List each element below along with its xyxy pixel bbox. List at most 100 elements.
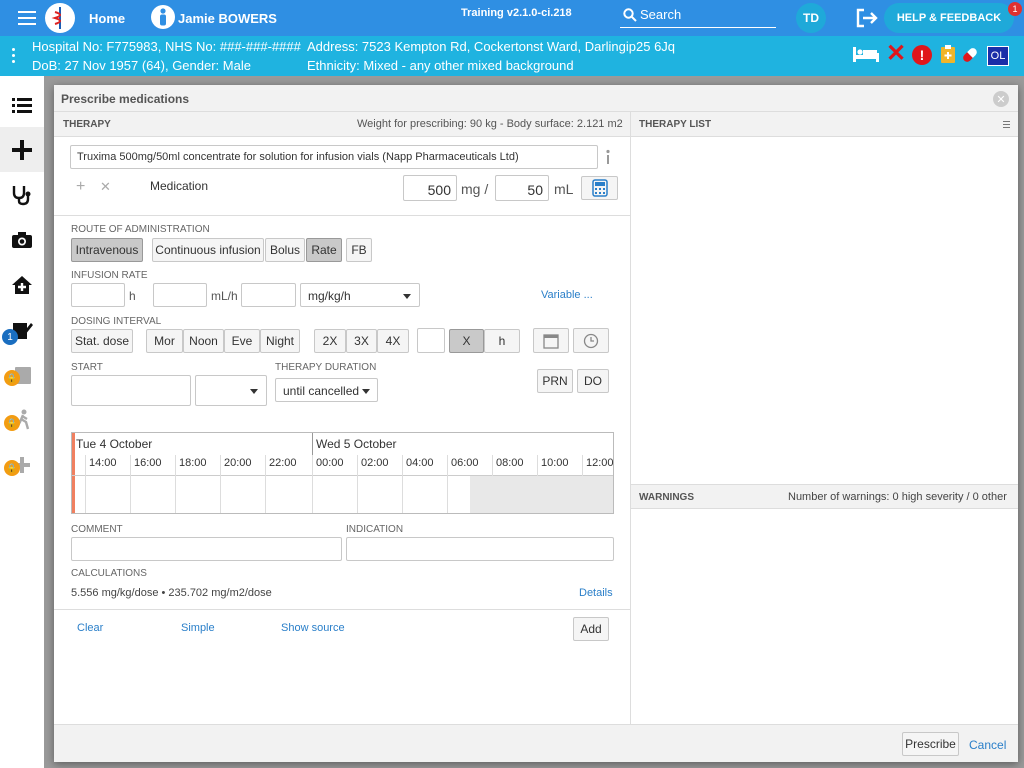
nav-add[interactable] <box>0 127 44 172</box>
infusion-hours-unit: h <box>129 289 136 303</box>
patient-address: Address: 7523 Kempton Rd, Cockertonst Wa… <box>307 39 676 54</box>
indication-input[interactable] <box>346 537 614 561</box>
help-feedback-button[interactable]: HELP & FEEDBACK <box>884 3 1014 33</box>
route-rate-button[interactable]: Rate <box>306 238 342 262</box>
infusion-dose-rate-input[interactable] <box>241 283 296 307</box>
therapy-duration-select[interactable]: until cancelled <box>275 378 378 402</box>
variable-link[interactable]: Variable ... <box>541 289 593 301</box>
patient-name[interactable]: Jamie BOWERS <box>178 11 277 26</box>
calendar-button[interactable] <box>533 328 569 353</box>
start-time-select[interactable] <box>195 375 267 406</box>
warnings-info: Number of warnings: 0 high severity / 0 … <box>788 491 1007 503</box>
left-navigation: 1 🔒 🔒 🔒 <box>0 76 44 768</box>
nav-locked-add[interactable]: 🔒 <box>0 442 44 487</box>
therapy-duration-value: until cancelled <box>283 384 360 398</box>
timeline-time-label: 04:00 <box>406 457 434 469</box>
info-icon[interactable] <box>604 149 612 165</box>
patient-dob: DoB: 27 Nov 1957 (64), Gender: Male <box>32 58 251 73</box>
times-per-day-button[interactable]: X <box>449 329 484 353</box>
frequency-2x-button[interactable]: 2X <box>314 329 346 353</box>
every-hours-button[interactable]: h <box>484 329 520 353</box>
dose-input[interactable]: 500 <box>403 175 457 201</box>
remove-medication-icon[interactable]: ✕ <box>100 179 111 195</box>
prescribe-medications-dialog: Prescribe medications ✕ THERAPY Weight f… <box>54 85 1018 762</box>
timeline-tick <box>447 455 448 513</box>
indication-label: INDICATION <box>346 524 404 535</box>
add-button[interactable]: Add <box>573 617 609 641</box>
noon-button[interactable]: Noon <box>183 329 224 353</box>
timeline-future-shade <box>470 476 613 513</box>
nav-stethoscope[interactable] <box>0 172 44 217</box>
bed-icon[interactable] <box>852 45 880 63</box>
eve-button[interactable]: Eve <box>224 329 260 353</box>
route-bolus-button[interactable]: Bolus <box>265 238 305 262</box>
calculator-button[interactable] <box>581 176 618 200</box>
prn-button[interactable]: PRN <box>537 369 573 393</box>
patient-ethnicity: Ethnicity: Mixed - any other mixed backg… <box>307 58 574 73</box>
simple-link[interactable]: Simple <box>181 622 215 634</box>
start-date-input[interactable] <box>71 375 191 406</box>
warnings-header-bar: WARNINGS Number of warnings: 0 high seve… <box>631 484 1018 509</box>
timeline: Tue 4 October Wed 5 October 14:00 16:00 18… <box>71 432 614 514</box>
mor-button[interactable]: Mor <box>146 329 183 353</box>
frequency-3x-button[interactable]: 3X <box>346 329 377 353</box>
dialog-header: Prescribe medications ✕ <box>54 85 1018 112</box>
infusion-rate-input[interactable] <box>153 283 207 307</box>
timeline-time-label: 16:00 <box>134 457 162 469</box>
nav-prescriptions[interactable]: 1 <box>0 307 44 352</box>
nav-camera[interactable] <box>0 217 44 262</box>
frequency-4x-button[interactable]: 4X <box>377 329 409 353</box>
clear-link[interactable]: Clear <box>77 622 103 634</box>
timeline-time-label: 14:00 <box>89 457 117 469</box>
details-link[interactable]: Details <box>579 587 613 599</box>
pill-icon[interactable] <box>960 45 980 65</box>
clipboard-icon[interactable] <box>940 44 956 64</box>
infusion-hours-input[interactable] <box>71 283 125 307</box>
add-medication-icon[interactable]: + <box>76 178 85 196</box>
ol-badge[interactable]: OL <box>987 46 1009 66</box>
night-button[interactable]: Night <box>260 329 300 353</box>
comment-input[interactable] <box>71 537 342 561</box>
chevron-down-icon <box>362 389 370 394</box>
medication-field[interactable]: Truxima 500mg/50ml concentrate for solut… <box>70 145 598 169</box>
stat-dose-button[interactable]: Stat. dose <box>71 329 133 353</box>
section-divider <box>54 609 630 610</box>
list-icon <box>12 97 32 113</box>
help-feedback-label: HELP & FEEDBACK <box>896 12 1002 24</box>
route-label: ROUTE OF ADMINISTRATION <box>71 224 210 235</box>
nav-locked-records[interactable]: 🔒 <box>0 352 44 397</box>
show-source-link[interactable]: Show source <box>281 622 345 634</box>
person-icon <box>151 5 175 29</box>
do-button[interactable]: DO <box>577 369 609 393</box>
app-logo <box>45 3 75 33</box>
nav-list[interactable] <box>0 82 44 127</box>
exclamation-alert-icon[interactable]: ! <box>912 45 932 65</box>
infusion-unit-select[interactable]: mg/kg/h <box>300 283 420 307</box>
frequency-number-input[interactable] <box>417 328 445 353</box>
plus-icon <box>12 139 32 160</box>
prescribe-button[interactable]: Prescribe <box>902 732 959 756</box>
user-avatar[interactable]: TD <box>796 3 826 33</box>
volume-input[interactable]: 50 <box>495 175 549 201</box>
home-link[interactable]: Home <box>89 11 125 26</box>
menu-icon[interactable] <box>18 11 36 25</box>
cancel-link[interactable]: Cancel <box>969 738 1006 752</box>
route-intravenous-button[interactable]: Intravenous <box>71 238 143 262</box>
close-icon[interactable]: ✕ <box>993 91 1009 107</box>
therapy-list-header-bar: THERAPY LIST <box>631 112 1018 137</box>
logout-icon[interactable] <box>856 8 878 28</box>
cross-alert-icon[interactable]: ✕ <box>886 42 906 66</box>
therapy-list-menu-icon[interactable] <box>1003 121 1010 128</box>
section-divider <box>54 215 630 216</box>
route-continuous-infusion-button[interactable]: Continuous infusion <box>152 238 264 262</box>
nav-home-care[interactable] <box>0 262 44 307</box>
kebab-menu-icon[interactable] <box>12 48 16 64</box>
route-fb-button[interactable]: FB <box>346 238 372 262</box>
search-box[interactable]: Search <box>620 5 776 28</box>
chevron-down-icon <box>403 294 411 299</box>
schedule-button[interactable] <box>573 328 609 353</box>
calculator-icon <box>591 179 608 197</box>
therapy-header: THERAPY <box>63 119 111 130</box>
nav-locked-activity[interactable]: 🔒 <box>0 397 44 442</box>
search-placeholder: Search <box>640 7 682 22</box>
